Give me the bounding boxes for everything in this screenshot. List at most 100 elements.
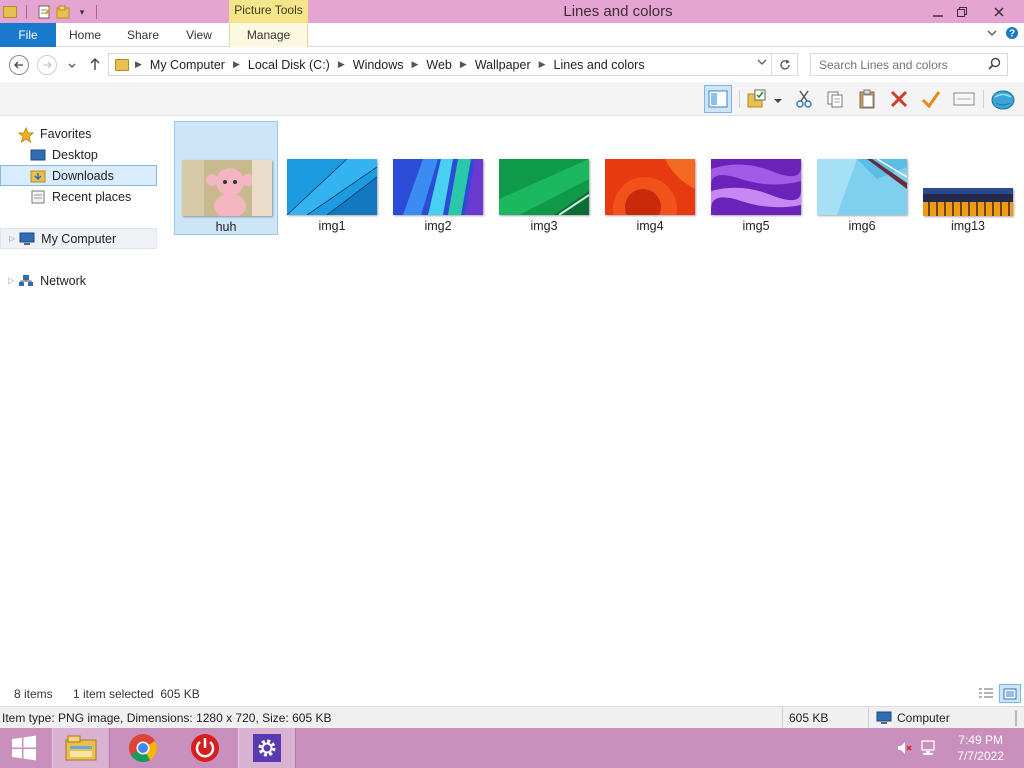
clock-date: 7/7/2022	[957, 749, 1004, 763]
desktop-icon	[30, 148, 46, 162]
breadcrumb-wallpaper[interactable]: Wallpaper	[475, 58, 531, 72]
options-dropdown-icon[interactable]	[774, 94, 782, 108]
file-item-img1[interactable]: img1	[280, 121, 384, 235]
tab-home[interactable]: Home	[60, 23, 110, 47]
resize-grip[interactable]	[1015, 710, 1017, 726]
star-icon	[17, 126, 35, 143]
forward-button[interactable]	[37, 55, 57, 75]
chevron-right-icon[interactable]: ▶	[135, 59, 142, 70]
chrome-icon	[129, 734, 157, 763]
file-list: huh img1 img2 img3 img4 img5 img6 img13	[160, 117, 1024, 687]
volume-muted-icon[interactable]	[897, 741, 913, 758]
search-icon[interactable]	[988, 57, 1001, 73]
separator	[868, 707, 869, 728]
address-bar[interactable]: ▶ My Computer ▶ Local Disk (C:) ▶ Window…	[108, 53, 798, 76]
nav-network[interactable]: ▷ Network	[0, 270, 157, 291]
recent-locations-icon[interactable]	[67, 60, 77, 74]
details-view-icon[interactable]	[978, 686, 994, 703]
chevron-right-icon[interactable]: ▶	[539, 59, 546, 70]
back-button[interactable]	[9, 55, 29, 75]
nav-recent-places[interactable]: Recent places	[0, 186, 157, 207]
nav-desktop[interactable]: Desktop	[0, 144, 157, 165]
chevron-right-icon[interactable]: ▶	[411, 59, 418, 70]
navigation-pane: Favorites Desktop Downloads Recent place…	[0, 117, 160, 687]
cut-icon[interactable]	[790, 85, 818, 113]
item-details: Item type: PNG image, Dimensions: 1280 x…	[2, 711, 332, 725]
separator	[739, 90, 740, 108]
properties-icon[interactable]	[950, 85, 978, 113]
file-item-img13[interactable]: img13	[916, 121, 1020, 235]
file-item-img5[interactable]: img5	[704, 121, 808, 235]
preview-pane-icon[interactable]	[704, 85, 732, 113]
up-icon[interactable]	[88, 57, 102, 74]
nav-downloads[interactable]: Downloads	[0, 165, 157, 186]
nav-my-computer[interactable]: ▷ My Computer	[0, 228, 157, 249]
file-name: img5	[742, 219, 770, 233]
thumbnail-image	[817, 159, 907, 215]
thumbnail-image	[182, 160, 272, 216]
settings-gear-icon	[253, 734, 281, 762]
address-dropdown-icon[interactable]	[757, 57, 767, 70]
search-input[interactable]	[819, 57, 979, 72]
network-status-icon[interactable]	[920, 740, 938, 759]
chevron-right-icon[interactable]: ▶	[233, 59, 240, 70]
expand-ribbon-icon[interactable]	[987, 27, 997, 41]
thumbnail-image	[605, 159, 695, 215]
file-name: img2	[424, 219, 452, 233]
nav-label: Favorites	[40, 126, 92, 141]
svg-text:?: ?	[1009, 29, 1015, 40]
file-item-img4[interactable]: img4	[598, 121, 702, 235]
rename-icon[interactable]	[917, 85, 945, 113]
chevron-right-icon[interactable]: ▶	[338, 59, 345, 70]
system-clock[interactable]: 7:49 PM 7/7/2022	[957, 732, 1004, 764]
delete-icon[interactable]	[885, 85, 913, 113]
taskbar-power-app[interactable]	[176, 728, 234, 768]
tab-manage[interactable]: Manage	[229, 23, 308, 47]
restore-icon[interactable]	[946, 0, 978, 23]
recent-places-icon	[30, 190, 46, 204]
paste-icon[interactable]	[853, 85, 881, 113]
start-button[interactable]	[0, 728, 48, 768]
tab-share[interactable]: Share	[118, 23, 168, 47]
copy-icon[interactable]	[821, 85, 849, 113]
large-icons-view-icon[interactable]	[999, 684, 1021, 703]
file-item-img6[interactable]: img6	[810, 121, 914, 235]
file-name: img1	[318, 219, 346, 233]
network-icon	[18, 274, 34, 288]
power-icon	[191, 734, 219, 762]
command-toolbar	[0, 82, 1024, 116]
file-item-img3[interactable]: img3	[492, 121, 596, 235]
file-item-img2[interactable]: img2	[386, 121, 490, 235]
selection-info: 1 item selected 605 KB	[73, 687, 200, 701]
file-item-huh[interactable]: huh	[174, 121, 278, 235]
window-title: Lines and colors	[563, 3, 673, 20]
search-box[interactable]	[810, 53, 1008, 76]
taskbar-file-explorer[interactable]	[52, 728, 110, 768]
expand-arrow-icon[interactable]: ▷	[9, 234, 15, 243]
tab-file[interactable]: File	[0, 23, 56, 47]
breadcrumb-my-computer[interactable]: My Computer	[150, 58, 225, 72]
ribbon-tabs: File Home Share View Manage ?	[0, 23, 1024, 47]
refresh-icon[interactable]	[771, 54, 797, 75]
breadcrumb-lines-and-colors[interactable]: Lines and colors	[554, 58, 645, 72]
chevron-right-icon[interactable]: ▶	[460, 59, 467, 70]
select-folder-icon[interactable]	[743, 85, 771, 113]
thumbnail-image	[923, 188, 1013, 216]
file-name: img6	[848, 219, 876, 233]
taskbar-settings[interactable]	[238, 728, 296, 768]
file-explorer-icon	[65, 735, 97, 761]
windows-logo-icon	[12, 735, 36, 761]
breadcrumb-local-disk[interactable]: Local Disk (C:)	[248, 58, 330, 72]
tab-view[interactable]: View	[176, 23, 222, 47]
breadcrumb-windows[interactable]: Windows	[353, 58, 404, 72]
computer-icon	[19, 232, 35, 246]
taskbar-chrome[interactable]	[114, 728, 172, 768]
expand-arrow-icon[interactable]: ▷	[8, 276, 14, 285]
thumbnail-image	[393, 159, 483, 215]
globe-icon[interactable]	[989, 85, 1017, 113]
separator	[782, 707, 783, 728]
nav-favorites[interactable]: Favorites	[0, 123, 157, 144]
close-icon[interactable]	[982, 0, 1016, 23]
breadcrumb-web[interactable]: Web	[426, 58, 451, 72]
help-icon[interactable]: ?	[1005, 26, 1019, 43]
